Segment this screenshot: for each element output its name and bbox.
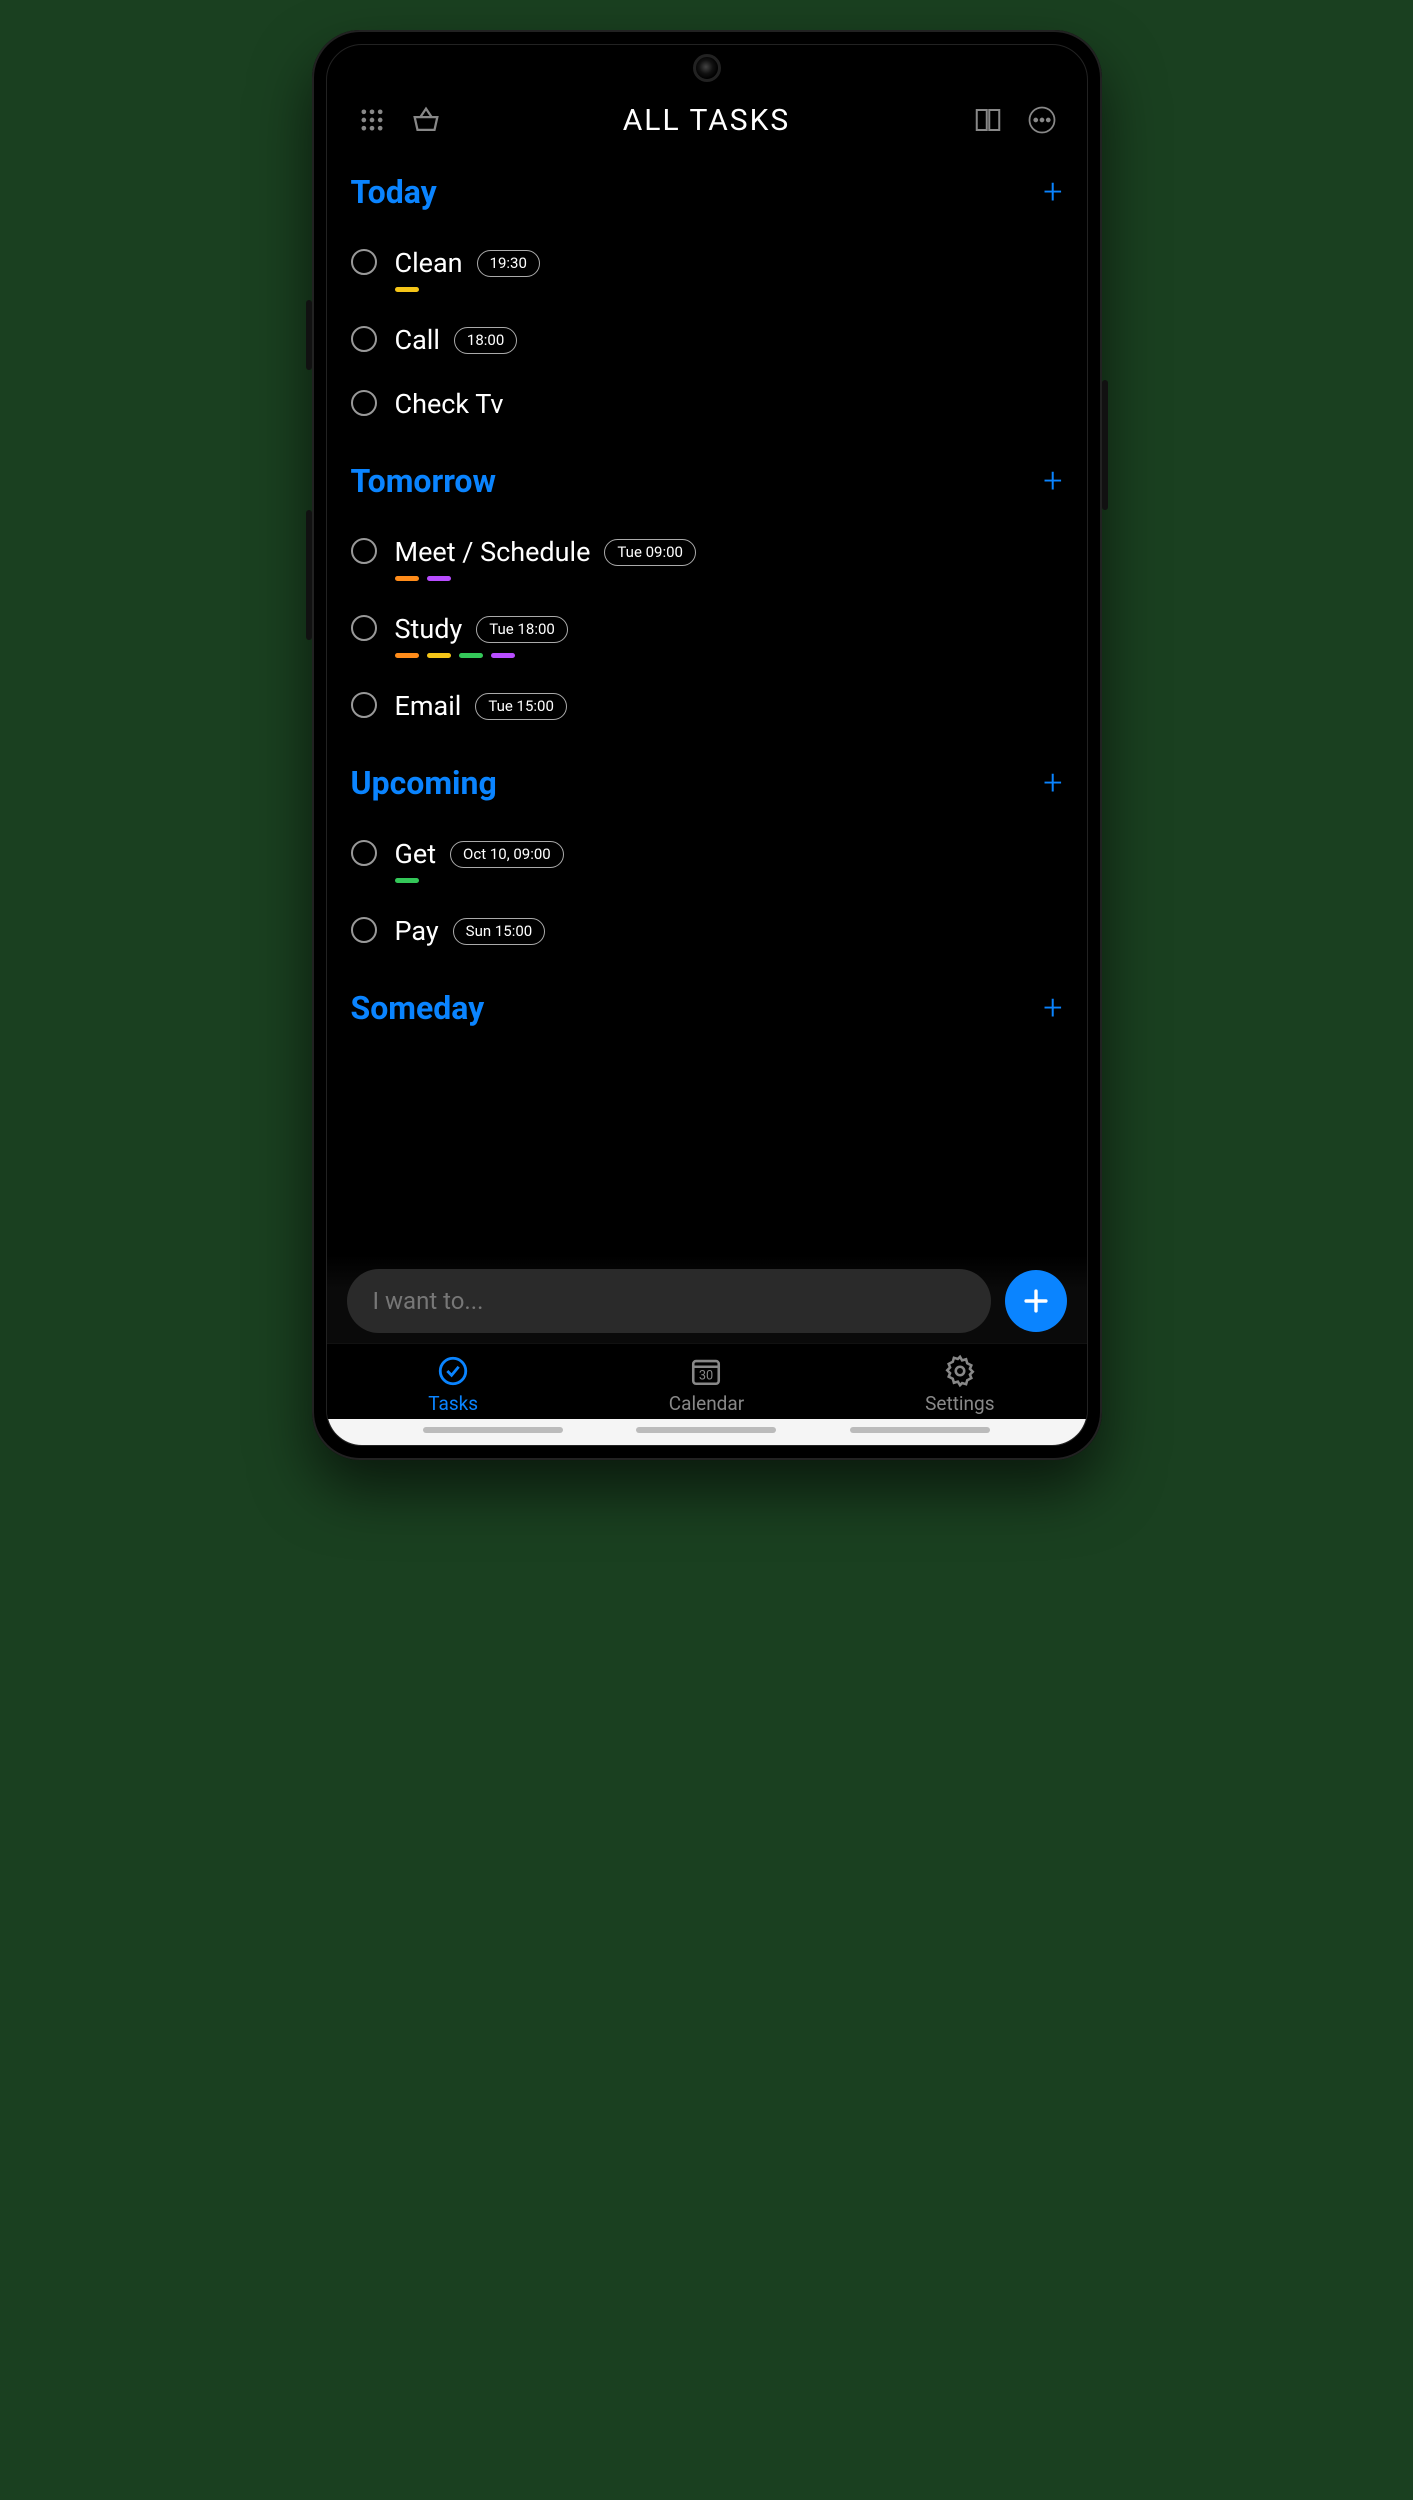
section-header-upcoming: Upcoming +	[351, 764, 1063, 802]
grid-menu-icon[interactable]	[351, 99, 393, 141]
nav-settings-label: Settings	[925, 1392, 994, 1415]
task-line: Check Tv	[395, 388, 1063, 420]
task-tags	[395, 287, 1063, 292]
task-time-pill: Tue 15:00	[475, 693, 567, 720]
nav-tasks-label: Tasks	[428, 1392, 478, 1415]
task-row[interactable]: Get Oct 10, 09:00	[351, 820, 1063, 897]
task-tag-dot	[459, 653, 483, 658]
task-body: Email Tue 15:00	[395, 690, 1063, 722]
task-line: Email Tue 15:00	[395, 690, 1063, 722]
task-time-pill: Oct 10, 09:00	[450, 841, 564, 868]
more-icon[interactable]	[1021, 99, 1063, 141]
device-side-button	[1102, 380, 1108, 510]
task-tags	[395, 878, 1063, 883]
task-label: Pay	[395, 915, 439, 947]
task-time-pill: 19:30	[477, 250, 540, 277]
quick-add-input[interactable]: I want to...	[347, 1269, 991, 1333]
section-add-button[interactable]: +	[1043, 766, 1062, 800]
section-add-button[interactable]: +	[1043, 464, 1062, 498]
nav-calendar[interactable]: 30 Calendar	[580, 1354, 833, 1415]
task-body: Get Oct 10, 09:00	[395, 838, 1063, 883]
nav-calendar-label: Calendar	[669, 1392, 744, 1415]
section-title[interactable]: Tomorrow	[351, 462, 497, 500]
section-add-button[interactable]: +	[1043, 991, 1062, 1025]
task-line: Pay Sun 15:00	[395, 915, 1063, 947]
task-line: Call 18:00	[395, 324, 1063, 356]
task-checkbox[interactable]	[351, 615, 377, 641]
bottom-nav: Tasks 30 Calendar Settings	[327, 1343, 1087, 1419]
page-title: ALL TASKS	[459, 103, 955, 138]
task-row[interactable]: Clean 19:30	[351, 229, 1063, 306]
quick-add-bar: I want to...	[327, 1255, 1087, 1343]
section-header-tomorrow: Tomorrow +	[351, 462, 1063, 500]
task-list[interactable]: Today + Clean 19:30 Call 18:00 Check Tv Tomorro…	[327, 153, 1087, 1255]
task-tags	[395, 653, 1063, 658]
task-row[interactable]: Call 18:00	[351, 306, 1063, 370]
task-tags	[395, 576, 1063, 581]
task-label: Study	[395, 613, 463, 645]
task-tag-dot	[395, 878, 419, 883]
task-tag-dot	[395, 287, 419, 292]
svg-text:30: 30	[699, 1369, 713, 1384]
task-row[interactable]: Email Tue 15:00	[351, 672, 1063, 736]
quick-add-placeholder: I want to...	[373, 1287, 484, 1315]
task-checkbox[interactable]	[351, 390, 377, 416]
task-label: Get	[395, 838, 437, 870]
add-task-button[interactable]	[1005, 1270, 1067, 1332]
task-checkbox[interactable]	[351, 326, 377, 352]
task-time-pill: Tue 09:00	[604, 539, 696, 566]
task-line: Meet / Schedule Tue 09:00	[395, 536, 1063, 568]
task-body: Pay Sun 15:00	[395, 915, 1063, 947]
task-time-pill: Sun 15:00	[453, 918, 546, 945]
basket-icon[interactable]	[405, 99, 447, 141]
device-side-button	[306, 300, 312, 370]
task-checkbox[interactable]	[351, 917, 377, 943]
task-label: Call	[395, 324, 440, 356]
task-line: Clean 19:30	[395, 247, 1063, 279]
section-title[interactable]: Upcoming	[351, 764, 497, 802]
task-body: Call 18:00	[395, 324, 1063, 356]
device-camera	[693, 54, 721, 82]
task-label: Check Tv	[395, 388, 504, 420]
device-side-button	[306, 510, 312, 640]
screen: ALL TASKS Today + Clean 19:30 Call 18:00 Check…	[326, 44, 1088, 1446]
task-body: Meet / Schedule Tue 09:00	[395, 536, 1063, 581]
system-nav-bar	[327, 1419, 1087, 1445]
task-tag-dot	[427, 653, 451, 658]
task-label: Email	[395, 690, 462, 722]
task-tag-dot	[491, 653, 515, 658]
section-header-someday: Someday +	[351, 989, 1063, 1027]
task-body: Study Tue 18:00	[395, 613, 1063, 658]
task-tag-dot	[427, 576, 451, 581]
task-checkbox[interactable]	[351, 692, 377, 718]
task-row[interactable]: Study Tue 18:00	[351, 595, 1063, 672]
task-row[interactable]: Meet / Schedule Tue 09:00	[351, 518, 1063, 595]
book-icon[interactable]	[967, 99, 1009, 141]
task-checkbox[interactable]	[351, 840, 377, 866]
section-title[interactable]: Someday	[351, 989, 485, 1027]
task-row[interactable]: Check Tv	[351, 370, 1063, 434]
task-line: Get Oct 10, 09:00	[395, 838, 1063, 870]
task-label: Clean	[395, 247, 463, 279]
nav-tasks[interactable]: Tasks	[327, 1354, 580, 1415]
task-tag-dot	[395, 653, 419, 658]
device-frame: ALL TASKS Today + Clean 19:30 Call 18:00 Check…	[312, 30, 1102, 1460]
section-header-today: Today +	[351, 173, 1063, 211]
task-body: Clean 19:30	[395, 247, 1063, 292]
section-title[interactable]: Today	[351, 173, 437, 211]
task-checkbox[interactable]	[351, 249, 377, 275]
task-body: Check Tv	[395, 388, 1063, 420]
task-time-pill: Tue 18:00	[476, 616, 568, 643]
section-add-button[interactable]: +	[1043, 175, 1062, 209]
task-line: Study Tue 18:00	[395, 613, 1063, 645]
task-checkbox[interactable]	[351, 538, 377, 564]
task-tag-dot	[395, 576, 419, 581]
task-time-pill: 18:00	[454, 327, 517, 354]
nav-settings[interactable]: Settings	[833, 1354, 1086, 1415]
task-row[interactable]: Pay Sun 15:00	[351, 897, 1063, 961]
task-label: Meet / Schedule	[395, 536, 591, 568]
